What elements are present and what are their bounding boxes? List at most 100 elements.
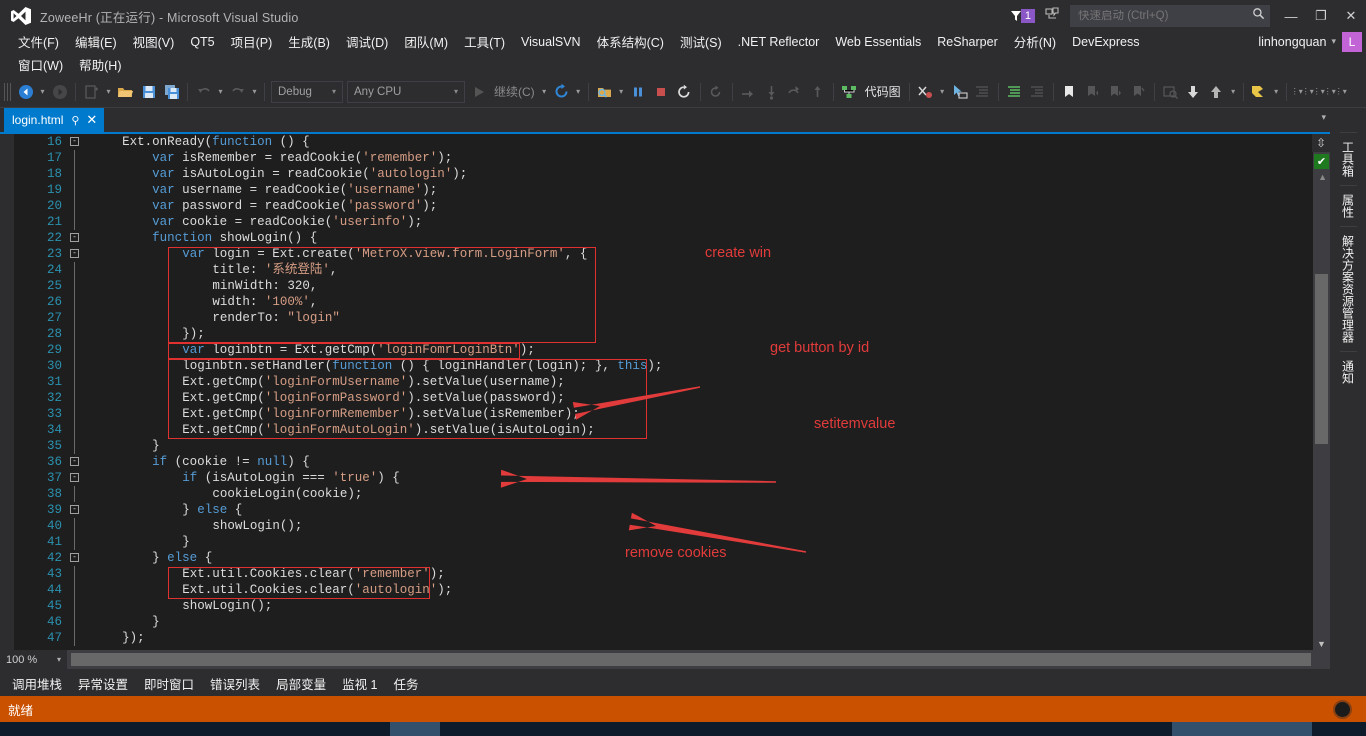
code-line[interactable]: 41}: [14, 534, 1330, 550]
menu-item-生成b[interactable]: 生成(B): [280, 30, 338, 53]
close-button[interactable]: ✕: [1336, 1, 1366, 31]
taskbar-tray[interactable]: [1172, 722, 1312, 736]
solution-platform-select[interactable]: Any CPU ▾: [347, 80, 465, 103]
quick-launch-input[interactable]: [1078, 10, 1252, 22]
menu-item-窗口w[interactable]: 窗口(W): [10, 53, 71, 76]
menu-item-visualsvn[interactable]: VisualSVN: [513, 33, 589, 51]
code-line[interactable]: 28});: [14, 326, 1330, 342]
code-line[interactable]: 18 var isAutoLogin = readCookie('autologi…: [14, 166, 1330, 182]
panel-tab-局部变量[interactable]: 局部变量: [268, 671, 335, 698]
code-line[interactable]: 27 renderTo: "login": [14, 310, 1330, 326]
restart-icon[interactable]: [550, 80, 573, 104]
continue-label[interactable]: 继续(C): [490, 83, 539, 100]
record-indicator-icon[interactable]: [1333, 699, 1352, 719]
code-line[interactable]: 45 showLogin();: [14, 598, 1330, 614]
code-line[interactable]: 22- function showLogin() {: [14, 230, 1330, 246]
minimize-button[interactable]: —: [1276, 1, 1306, 31]
chevron-down-icon[interactable]: ▾: [57, 655, 67, 664]
code-line[interactable]: 47});: [14, 630, 1330, 646]
menu-item-团队m[interactable]: 团队(M): [396, 30, 456, 53]
code-line[interactable]: 36- if (cookie != null) {: [14, 454, 1330, 470]
step-out-alt-icon[interactable]: [806, 80, 829, 104]
step-into-icon[interactable]: [760, 80, 783, 104]
panel-tab-即时窗口[interactable]: 即时窗口: [136, 671, 203, 698]
code-line[interactable]: 46}: [14, 614, 1330, 630]
code-line[interactable]: 19 var username = readCookie('username');: [14, 182, 1330, 198]
menu-item-帮助h[interactable]: 帮助(H): [71, 53, 129, 76]
panel-tab-错误列表[interactable]: 错误列表: [202, 671, 269, 698]
code-line[interactable]: 42-} else {: [14, 550, 1330, 566]
code-line[interactable]: 17 var isRemember = readCookie('remember'…: [14, 150, 1330, 166]
find-icon[interactable]: [1159, 80, 1182, 104]
toolbar-overflow-icon[interactable]: ⋮▾: [1291, 87, 1303, 96]
upload-icon[interactable]: [1205, 80, 1228, 104]
code-line[interactable]: 26 width: '100%',: [14, 294, 1330, 310]
fold-toggle-icon[interactable]: -: [70, 505, 79, 514]
bookmark-clear-icon[interactable]: [1127, 80, 1150, 104]
fold-toggle-icon[interactable]: -: [70, 473, 79, 482]
code-line[interactable]: 40 showLogin();: [14, 518, 1330, 534]
undo-icon[interactable]: [192, 80, 215, 104]
menu-item-工具t[interactable]: 工具(T): [456, 30, 513, 53]
pin-icon[interactable]: ⚲: [71, 114, 79, 127]
code-line[interactable]: 30 loginbtn.setHandler(function () { logi…: [14, 358, 1330, 374]
pause-icon[interactable]: [627, 80, 650, 104]
tool-tab-解决方案资源管理器[interactable]: 解决方案资源管理器: [1339, 226, 1357, 351]
menu-item-调试d[interactable]: 调试(D): [338, 30, 396, 53]
menu-item-测试s[interactable]: 测试(S): [672, 30, 730, 53]
panel-tab-任务[interactable]: 任务: [385, 671, 427, 698]
toolbar-overflow-icon[interactable]: ⋮▾: [1335, 87, 1347, 96]
restart-debug-icon[interactable]: [673, 80, 696, 104]
fold-toggle-icon[interactable]: -: [70, 233, 79, 242]
horizontal-scrollbar-thumb[interactable]: [71, 653, 1311, 666]
menu-item-文件f[interactable]: 文件(F): [10, 30, 67, 53]
new-project-icon[interactable]: [80, 80, 103, 104]
avatar[interactable]: L: [1342, 31, 1362, 52]
menu-item-web essentials[interactable]: Web Essentials: [827, 33, 929, 51]
code-line[interactable]: 34 Ext.getCmp('loginFormAutoLogin').setVa…: [14, 422, 1330, 438]
panel-tab-调用堆栈[interactable]: 调用堆栈: [4, 671, 71, 698]
indent-icon[interactable]: [971, 80, 994, 104]
quick-launch-box[interactable]: [1070, 5, 1270, 27]
restart-dropdown-icon[interactable]: ▾: [573, 87, 584, 96]
show-next-statement-icon[interactable]: [705, 80, 728, 104]
menu-item-.net reflector[interactable]: .NET Reflector: [730, 33, 828, 51]
indicator-margin[interactable]: [0, 134, 14, 650]
code-line[interactable]: 39-} else {: [14, 502, 1330, 518]
code-line[interactable]: 38 cookieLogin(cookie);: [14, 486, 1330, 502]
tool-tab-属性[interactable]: 属性: [1339, 185, 1357, 226]
code-line[interactable]: 32 Ext.getCmp('loginFormPassword').setVal…: [14, 390, 1330, 406]
code-line[interactable]: 20 var password = readCookie('password');: [14, 198, 1330, 214]
code-text-area[interactable]: 16- Ext.onReady(function () {17 var isReme…: [14, 134, 1330, 650]
menu-item-qt5[interactable]: QT5: [182, 33, 222, 51]
menu-item-视图v[interactable]: 视图(V): [125, 30, 183, 53]
continue-dropdown-icon[interactable]: ▾: [539, 87, 550, 96]
code-line[interactable]: 24 title: '系统登陆',: [14, 262, 1330, 278]
attach-to-process-icon[interactable]: [593, 80, 616, 104]
code-health-ok-icon[interactable]: ✔: [1314, 154, 1329, 169]
undo-dropdown-icon[interactable]: ▾: [215, 87, 226, 96]
editor-horizontal-scroll-row[interactable]: 100 % ▾: [0, 650, 1330, 669]
panel-tab-异常设置[interactable]: 异常设置: [70, 671, 137, 698]
attach-dropdown-icon[interactable]: ▾: [616, 87, 627, 96]
code-line[interactable]: 16- Ext.onReady(function () {: [14, 134, 1330, 150]
bookmark-next-icon[interactable]: [1104, 80, 1127, 104]
toolbar-overflow-icon[interactable]: ⋮▾: [1302, 87, 1314, 96]
code-line[interactable]: 35}: [14, 438, 1330, 454]
navigate-back-icon[interactable]: [14, 80, 37, 104]
outdent-icon[interactable]: [1026, 80, 1049, 104]
stop-icon[interactable]: [650, 80, 673, 104]
close-icon[interactable]: ✕: [83, 112, 100, 128]
code-editor[interactable]: 16- Ext.onReady(function () {17 var isReme…: [0, 132, 1330, 650]
navigate-back-dropdown-icon[interactable]: ▾: [37, 87, 48, 96]
tab-login-html[interactable]: login.html ⚲ ✕: [4, 108, 105, 132]
send-feedback-icon[interactable]: [1045, 6, 1060, 26]
code-line[interactable]: 23- var login = Ext.create('MetroX.view.f…: [14, 246, 1330, 262]
code-line[interactable]: 25 minWidth: 320,: [14, 278, 1330, 294]
menu-item-体系结构c[interactable]: 体系结构(C): [589, 30, 672, 53]
menu-item-项目p[interactable]: 项目(P): [223, 30, 281, 53]
toolbar-overflow-icon[interactable]: ⋮▾: [1324, 87, 1336, 96]
code-line[interactable]: 21 var cookie = readCookie('userinfo');: [14, 214, 1330, 230]
code-map-icon[interactable]: [838, 80, 861, 104]
comment-icon[interactable]: [914, 80, 937, 104]
